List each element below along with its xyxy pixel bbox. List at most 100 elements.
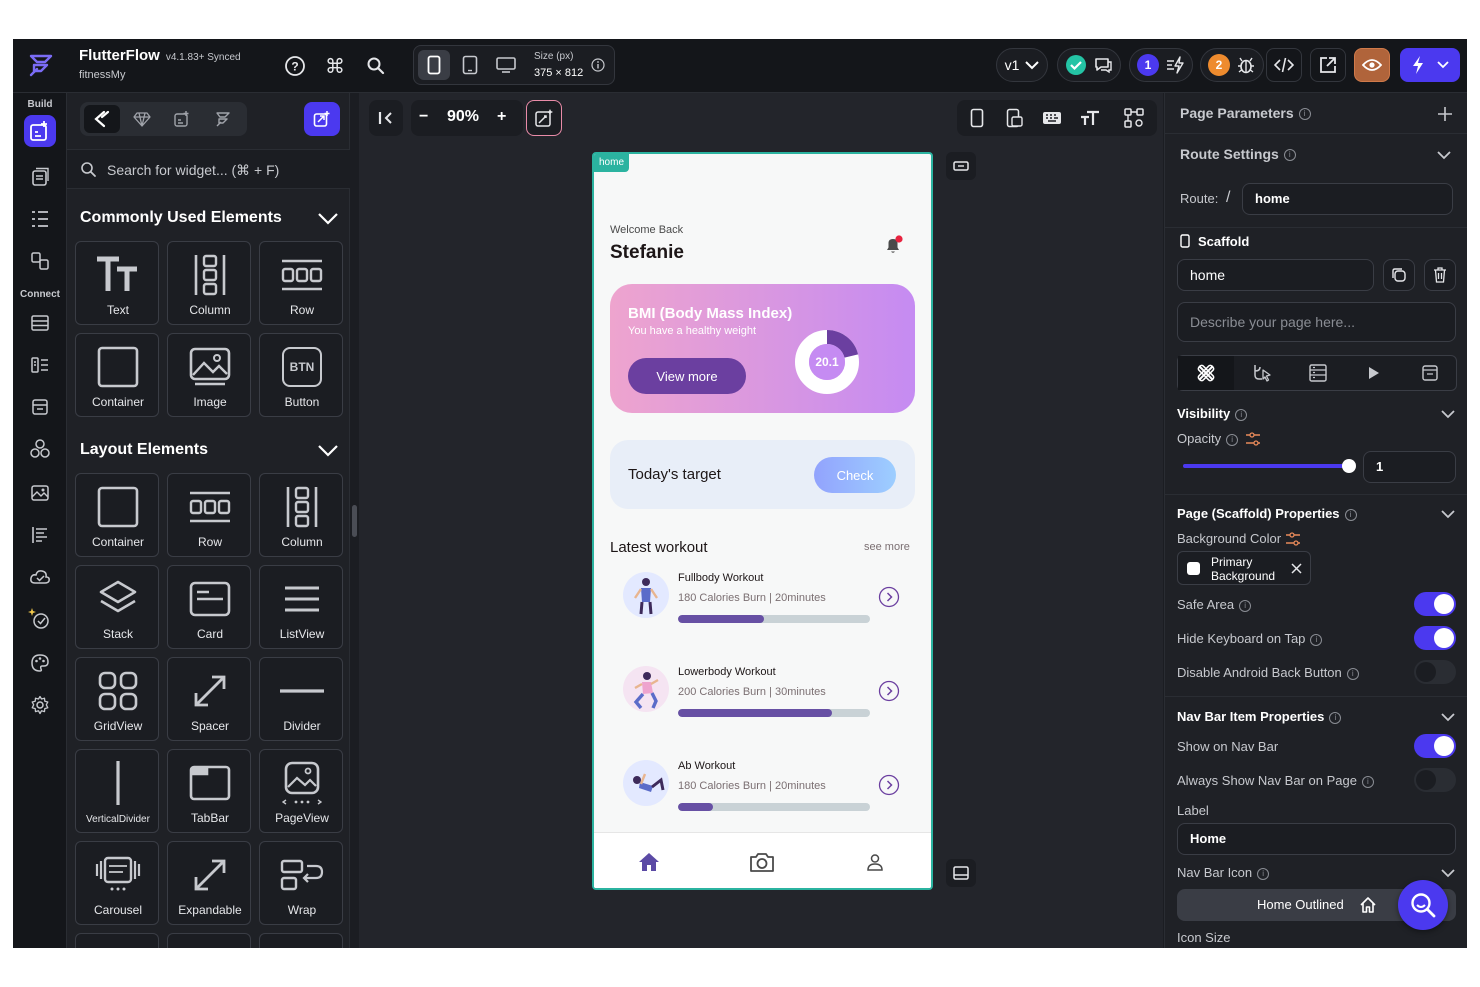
chevron-right-circle-icon[interactable] — [878, 774, 900, 796]
phone-preview[interactable]: home Welcome Back Stefanie BMI (Body Mas… — [592, 152, 933, 890]
custom-code-icon[interactable] — [24, 433, 56, 465]
phone-device-icon[interactable] — [418, 50, 450, 80]
search-assistant-button[interactable] — [1398, 880, 1448, 930]
variable-binding-icon[interactable] — [1285, 532, 1301, 546]
always-show-nav-toggle[interactable] — [1414, 768, 1456, 792]
text-scale-icon[interactable] — [1075, 105, 1105, 131]
chevron-down-icon[interactable] — [317, 444, 339, 458]
search-icon[interactable] — [363, 53, 389, 79]
chevron-right-circle-icon[interactable] — [878, 586, 900, 608]
info-icon[interactable]: i — [1329, 711, 1342, 724]
keyboard-icon[interactable] — [1037, 105, 1067, 131]
check-button[interactable]: Check — [814, 457, 896, 493]
add-parameter-icon[interactable] — [1437, 106, 1453, 122]
background-color-picker[interactable]: Primary Background — [1177, 551, 1311, 585]
visibility-section[interactable]: Visibility i — [1177, 406, 1248, 421]
open-widget-panel-button[interactable] — [304, 102, 340, 136]
slider-thumb[interactable] — [1342, 459, 1356, 473]
widget-palette-icon[interactable] — [24, 115, 56, 147]
backend-query-tab-icon[interactable] — [1290, 356, 1346, 390]
command-palette-icon[interactable]: ⌘ — [322, 53, 348, 79]
profile-icon[interactable] — [861, 848, 889, 876]
ai-pencil-button[interactable] — [526, 100, 562, 136]
disable-back-toggle[interactable] — [1414, 660, 1456, 684]
page-state-tab-icon[interactable] — [1402, 356, 1458, 390]
settings-gear-icon[interactable] — [24, 689, 56, 721]
theme-palette-icon[interactable] — [24, 647, 56, 679]
preview-button[interactable] — [1354, 48, 1390, 82]
issues-group[interactable]: 2 — [1200, 48, 1264, 82]
animations-tab-icon[interactable] — [1346, 356, 1402, 390]
widget-card-carousel[interactable]: Carousel — [75, 841, 159, 925]
info-icon[interactable]: i — [1361, 775, 1374, 788]
chevron-down-icon[interactable] — [1441, 712, 1455, 722]
scaffold-properties-section[interactable]: Page (Scaffold) Properties i — [1177, 506, 1357, 521]
widget-card-button[interactable]: BTN Button — [259, 333, 343, 417]
widget-card-divider[interactable]: Divider — [259, 657, 343, 741]
widget-card-container[interactable]: Container — [75, 473, 159, 557]
widget-card-tabbar[interactable]: TabBar — [167, 749, 251, 833]
chevron-down-icon[interactable] — [1441, 868, 1455, 878]
zoom-out-button[interactable]: − — [419, 108, 428, 126]
info-icon[interactable]: i — [1344, 508, 1357, 521]
phone-frame-icon[interactable] — [962, 105, 992, 131]
widget-card-partial[interactable] — [259, 933, 343, 948]
size-info-icon[interactable] — [591, 58, 605, 72]
bmi-card[interactable]: BMI (Body Mass Index) You have a healthy… — [610, 284, 915, 413]
info-icon[interactable]: i — [1283, 149, 1296, 162]
widget-card-partial[interactable] — [167, 933, 251, 948]
responsive-icon[interactable] — [1000, 105, 1030, 131]
ai-generator-icon[interactable] — [24, 603, 56, 635]
camera-icon[interactable] — [748, 848, 776, 876]
show-nav-bar-toggle[interactable] — [1414, 734, 1456, 758]
info-icon[interactable]: i — [1235, 408, 1248, 421]
route-input[interactable]: home — [1242, 183, 1453, 215]
workout-item[interactable]: Lowerbody Workout 200 Calories Burn | 30… — [610, 660, 915, 730]
landscape-device-icon[interactable] — [946, 859, 976, 887]
storyboard-icon[interactable] — [24, 245, 56, 277]
flutterflow-logo-icon[interactable] — [25, 51, 55, 81]
tablet-device-icon[interactable] — [454, 50, 486, 80]
info-icon[interactable]: i — [1239, 599, 1252, 612]
widget-card-card[interactable]: Card — [167, 565, 251, 649]
panel-resize-handle[interactable] — [352, 505, 357, 537]
notification-bell-icon[interactable] — [883, 234, 905, 256]
search-input[interactable]: Search for widget... (⌘ + F) — [107, 162, 279, 179]
widget-card-gridview[interactable]: GridView — [75, 657, 159, 741]
widget-card-text[interactable]: Text — [75, 241, 159, 325]
code-view-button[interactable] — [1266, 48, 1302, 82]
home-icon[interactable] — [635, 848, 663, 876]
widget-card-spacer[interactable]: Spacer — [167, 657, 251, 741]
scaffold-name-input[interactable]: home — [1177, 259, 1374, 291]
widget-card-pageview[interactable]: PageView — [259, 749, 343, 833]
properties-tab-icon[interactable] — [1178, 356, 1234, 390]
widget-card-verticaldivider[interactable]: VerticalDivider — [75, 749, 159, 833]
view-more-button[interactable]: View more — [628, 358, 746, 394]
opacity-slider[interactable] — [1183, 459, 1356, 473]
layout-tree-icon[interactable] — [1119, 105, 1149, 131]
nav-label-input[interactable]: Home — [1177, 823, 1456, 855]
actions-tab-icon[interactable] — [1234, 356, 1290, 390]
widget-card-column[interactable]: Column — [259, 473, 343, 557]
delete-page-button[interactable] — [1424, 259, 1456, 291]
run-button[interactable] — [1400, 48, 1460, 82]
collaboration-group[interactable]: 1 — [1129, 48, 1193, 82]
welcome-text[interactable]: Welcome Back — [610, 224, 683, 236]
api-calls-icon[interactable] — [24, 349, 56, 381]
variable-binding-icon[interactable] — [1245, 432, 1261, 446]
user-name[interactable]: Stefanie — [610, 242, 684, 264]
project-name[interactable]: fitnessMy — [79, 69, 241, 81]
chevron-down-icon[interactable] — [1441, 409, 1455, 419]
collapse-panel-button[interactable] — [369, 100, 403, 136]
clear-color-icon[interactable] — [1291, 563, 1302, 574]
zoom-in-button[interactable]: + — [497, 108, 506, 126]
rotate-device-icon[interactable] — [946, 152, 976, 180]
widget-card-partial[interactable] — [75, 933, 159, 948]
widget-tree-icon[interactable] — [24, 203, 56, 235]
zoom-level[interactable]: 90% — [447, 108, 479, 126]
info-icon[interactable]: i — [1226, 433, 1239, 446]
components-tab-icon[interactable] — [164, 105, 200, 133]
page-selector-icon[interactable] — [24, 161, 56, 193]
library-tab-icon[interactable] — [204, 105, 240, 133]
duplicate-page-button[interactable] — [1383, 259, 1415, 291]
